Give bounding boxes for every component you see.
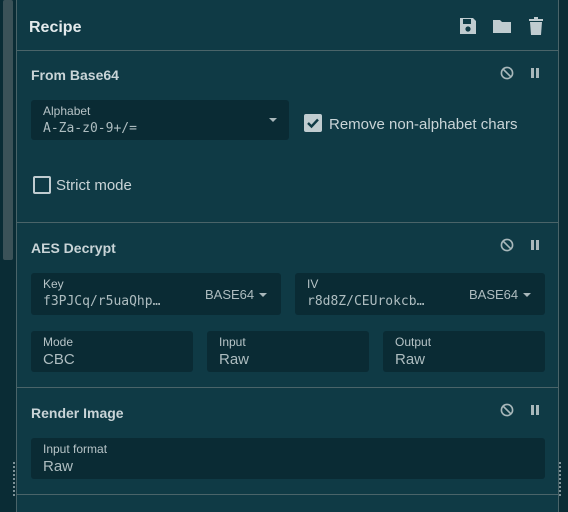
op-from-base64: From Base64 Alphabet A-Za-z0-9+/= Remove… [17,50,558,223]
folder-icon[interactable] [492,16,512,36]
save-icon[interactable] [458,16,478,36]
op-render-image: Render Image Input format Raw [17,387,558,495]
op-title: Render Image [31,405,124,421]
key-encoding-dropdown[interactable]: BASE64 [205,287,254,302]
field-value: r8d8Z/CEUrokcb… [307,294,425,309]
input-select[interactable]: Input Raw [207,331,369,372]
pause-icon[interactable] [528,238,542,252]
strict-mode-label: Strict mode [56,177,132,194]
op-aes-decrypt: AES Decrypt Key f3PJCq/r5uaQhp… BASE64 I… [17,222,558,388]
chevron-down-icon [259,293,267,297]
iv-encoding-dropdown[interactable]: BASE64 [469,287,518,302]
pause-icon[interactable] [528,403,542,417]
chevron-down-icon [523,293,531,297]
iv-field[interactable]: IV r8d8Z/CEUrokcb… BASE64 [295,273,545,315]
recipe-title: Recipe [29,19,82,36]
resize-gutter-right[interactable] [559,462,563,496]
chevron-down-icon [269,118,277,122]
remove-non-alphabet-label: Remove non-alphabet chars [329,116,518,133]
input-format-select[interactable]: Input format Raw [31,438,545,479]
right-pane-edge [559,0,568,512]
field-label: Mode [43,335,74,349]
output-select[interactable]: Output Raw [383,331,545,372]
pause-icon[interactable] [528,66,542,80]
field-label: Input format [43,442,108,456]
strict-mode-checkbox[interactable] [33,176,51,194]
alphabet-select[interactable]: Alphabet A-Za-z0-9+/= [31,100,289,140]
recipe-header: Recipe [17,0,558,51]
remove-non-alphabet-checkbox[interactable] [304,114,322,132]
field-value: f3PJCq/r5uaQhp… [43,294,161,309]
field-value: Raw [219,351,250,368]
op-title: AES Decrypt [31,240,116,256]
field-value: Raw [43,458,74,475]
left-scrollbar[interactable] [3,0,13,260]
field-label: Output [395,335,432,349]
field-label: Key [43,277,64,291]
key-field[interactable]: Key f3PJCq/r5uaQhp… BASE64 [31,273,281,315]
op-title: From Base64 [31,67,119,83]
disable-icon[interactable] [500,403,514,417]
field-label: IV [307,277,319,291]
field-value: CBC [43,351,75,368]
field-label: Input [219,335,246,349]
field-value: A-Za-z0-9+/= [43,121,137,136]
trash-icon[interactable] [526,16,546,36]
disable-icon[interactable] [500,66,514,80]
mode-select[interactable]: Mode CBC [31,331,193,372]
disable-icon[interactable] [500,238,514,252]
field-value: Raw [395,351,426,368]
field-label: Alphabet [43,104,91,118]
left-pane-edge [0,0,16,512]
recipe-panel: Recipe From Base64 Alphabet A-Za-z0-9+/=… [16,0,559,512]
